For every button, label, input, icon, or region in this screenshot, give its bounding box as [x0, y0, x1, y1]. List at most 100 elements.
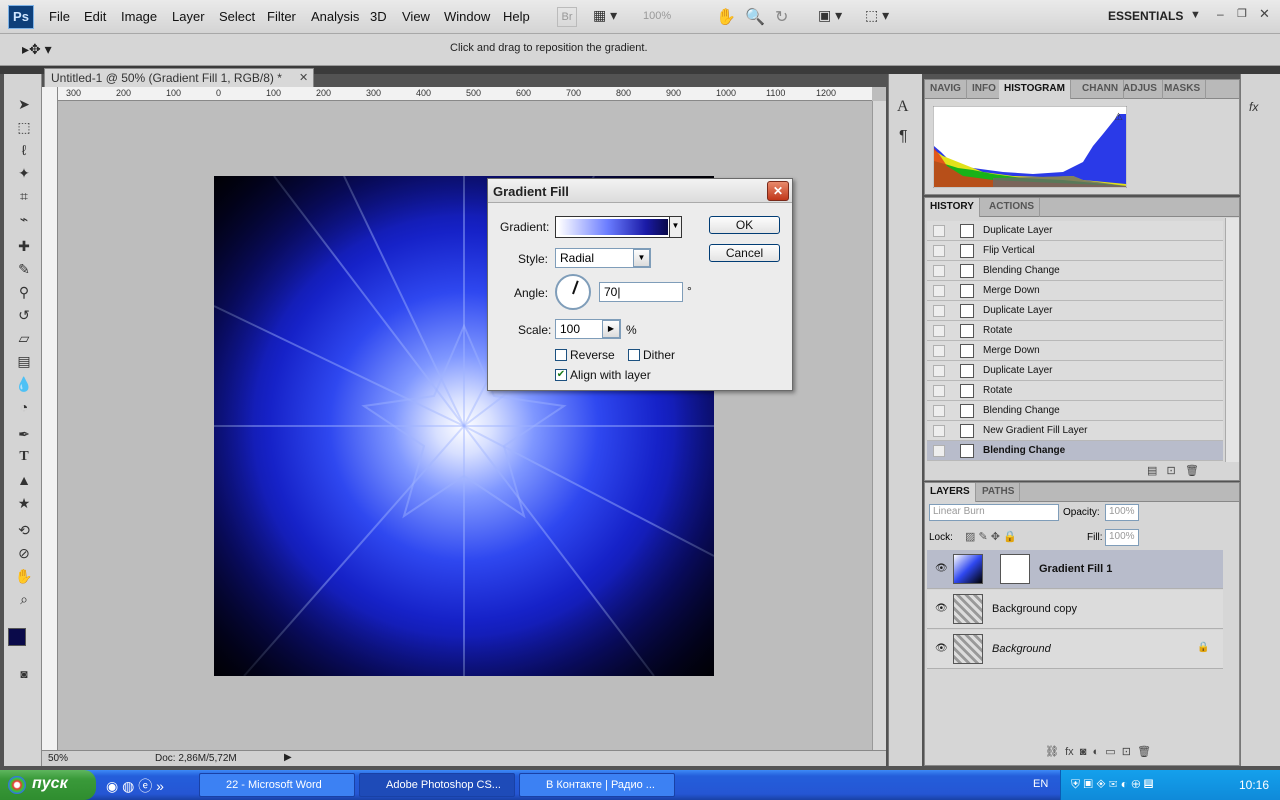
menu-select[interactable]: Select [219, 9, 255, 24]
workspace-switcher[interactable]: ESSENTIALS [1108, 9, 1183, 23]
layer-row[interactable]: 👁 Gradient Fill 1 [927, 550, 1223, 589]
tab-navigator[interactable]: NAVIG [925, 80, 967, 99]
hand-tool-icon[interactable]: ✋ [716, 7, 736, 27]
visibility-eye-icon[interactable]: 👁 [935, 643, 948, 654]
menu-edit[interactable]: Edit [84, 9, 106, 24]
history-item[interactable]: Merge Down [927, 281, 1223, 301]
history-item[interactable]: Duplicate Layer [927, 361, 1223, 381]
menu-analysis[interactable]: Analysis [311, 9, 359, 24]
zoom-level[interactable]: 50% [48, 753, 68, 764]
3d-orbit-icon[interactable]: ⊘ [12, 543, 36, 563]
gradient-tool-icon[interactable]: ▤ [12, 351, 36, 371]
menu-help[interactable]: Help [503, 9, 530, 24]
tray-icons[interactable]: ⛨ ▣ ◈ ✉ ◐ ⊕ ▤ [1071, 777, 1153, 792]
layer-row[interactable]: 👁 Background 🔒 [927, 630, 1223, 669]
angle-input[interactable]: 70| [599, 282, 683, 302]
menu-filter[interactable]: Filter [267, 9, 296, 24]
task-browser[interactable]: В Контакте | Радио ... [519, 773, 675, 797]
path-selection-icon[interactable]: ▲ [12, 470, 36, 490]
cancel-button[interactable]: Cancel [709, 244, 780, 262]
angle-dial[interactable] [555, 274, 591, 310]
crop-tool-icon[interactable]: ⌗ [12, 186, 36, 206]
restore-icon[interactable]: ❐ [1237, 7, 1247, 20]
healing-brush-icon[interactable]: ✚ [12, 236, 36, 256]
dodge-tool-icon[interactable]: ◔ [12, 397, 36, 417]
blur-tool-icon[interactable]: 💧 [12, 374, 36, 394]
workspace-dropdown-icon[interactable]: ▼ [1190, 9, 1201, 21]
move-tool-preset-icon[interactable]: ▸✥ ▾ [22, 41, 52, 58]
tab-layers[interactable]: LAYERS [925, 483, 976, 502]
eyedropper-tool-icon[interactable]: ⌁ [12, 209, 36, 229]
tab-histogram[interactable]: HISTOGRAM [999, 80, 1071, 99]
document-tab[interactable]: Untitled-1 @ 50% (Gradient Fill 1, RGB/8… [44, 68, 314, 87]
zoom-tool-icon[interactable]: 🔍 [745, 7, 765, 27]
marquee-tool-icon[interactable]: ⬚ [12, 117, 36, 137]
menu-image[interactable]: Image [121, 9, 157, 24]
history-item[interactable]: Blending Change [927, 401, 1223, 421]
close-document-icon[interactable]: ✕ [299, 71, 308, 84]
brush-tool-icon[interactable]: ✎ [12, 259, 36, 279]
tab-actions[interactable]: ACTIONS [984, 198, 1040, 217]
task-word[interactable]: 22 - Microsoft Word [199, 773, 355, 797]
menu-window[interactable]: Window [444, 9, 490, 24]
type-tool-icon[interactable]: T [12, 447, 36, 467]
character-panel-icon[interactable]: A [897, 98, 909, 116]
blend-mode-select[interactable]: Linear Burn [929, 504, 1059, 521]
quick-launch-icons[interactable]: ◉ ◍ ⓔ » [106, 776, 164, 796]
history-item[interactable]: New Gradient Fill Layer [927, 421, 1223, 441]
history-footer-icons[interactable]: ▤ ⊡ 🗑 [1147, 464, 1199, 477]
bridge-button[interactable]: Br [557, 7, 577, 27]
move-tool-icon[interactable]: ➤ [12, 94, 36, 114]
history-item-current[interactable]: Blending Change [927, 441, 1223, 461]
dialog-titlebar[interactable]: Gradient Fill [488, 179, 792, 203]
pen-tool-icon[interactable]: ✒ [12, 424, 36, 444]
quick-mask-icon[interactable]: ◙ [12, 664, 36, 684]
tab-masks[interactable]: MASKS [1159, 80, 1207, 99]
gradient-dropdown-icon[interactable]: ▼ [669, 217, 681, 237]
styles-panel-icon[interactable]: fx [1249, 100, 1258, 114]
rotate-view-icon[interactable]: ↻ [775, 7, 788, 27]
menu-file[interactable]: File [49, 9, 70, 24]
screen-mode-icon[interactable]: ⬚ ▾ [865, 7, 889, 27]
task-photoshop[interactable]: Adobe Photoshop CS... [359, 773, 515, 797]
language-indicator[interactable]: EN [1033, 778, 1048, 790]
tab-paths[interactable]: PATHS [977, 483, 1021, 502]
status-menu-arrow-icon[interactable]: ▶ [284, 752, 292, 763]
tab-info[interactable]: INFO [967, 80, 1002, 99]
magic-wand-icon[interactable]: ✦ [12, 163, 36, 183]
ok-button[interactable]: OK [709, 216, 780, 234]
minimize-icon[interactable]: – [1217, 7, 1224, 21]
close-icon[interactable]: ✕ [1259, 6, 1270, 22]
reverse-checkbox[interactable] [555, 349, 567, 361]
history-scrollbar[interactable] [1225, 218, 1239, 462]
style-dropdown-icon[interactable]: ▼ [633, 249, 650, 267]
menu-view[interactable]: View [402, 9, 430, 24]
zoom-tool-icon-2[interactable]: ⌕ [12, 589, 36, 609]
zoom-level-field[interactable]: 100% [643, 10, 671, 30]
fill-field[interactable]: 100% [1105, 529, 1139, 546]
tab-adjustments[interactable]: ADJUS [1118, 80, 1163, 99]
layers-footer-icons[interactable]: ⛓ fx ◙ ◐ ▭ ⊡ 🗑 [1045, 745, 1151, 758]
history-item[interactable]: Rotate [927, 321, 1223, 341]
layer-row[interactable]: 👁 Background copy [927, 590, 1223, 629]
lasso-tool-icon[interactable]: ℓ [12, 140, 36, 160]
menu-3d[interactable]: 3D [370, 9, 387, 24]
view-extras-icon[interactable]: ▦ ▾ [593, 7, 617, 27]
paragraph-panel-icon[interactable]: ¶ [899, 128, 908, 146]
history-brush-icon[interactable]: ↺ [12, 305, 36, 325]
history-item[interactable]: Blending Change [927, 261, 1223, 281]
scale-slider-icon[interactable]: ▶ [602, 320, 620, 338]
clone-stamp-icon[interactable]: ⚲ [12, 282, 36, 302]
vertical-scrollbar[interactable] [872, 101, 886, 750]
foreground-color-swatch[interactable] [8, 628, 26, 646]
visibility-eye-icon[interactable]: 👁 [935, 563, 948, 574]
3d-rotate-icon[interactable]: ⟲ [12, 520, 36, 540]
gradient-picker[interactable] [555, 216, 682, 238]
history-item[interactable]: Merge Down [927, 341, 1223, 361]
history-item[interactable]: Rotate [927, 381, 1223, 401]
menu-layer[interactable]: Layer [172, 9, 205, 24]
dialog-close-button[interactable]: ✕ [767, 181, 789, 201]
history-item[interactable]: Duplicate Layer [927, 221, 1223, 241]
history-item[interactable]: Duplicate Layer [927, 301, 1223, 321]
opacity-field[interactable]: 100% [1105, 504, 1139, 521]
